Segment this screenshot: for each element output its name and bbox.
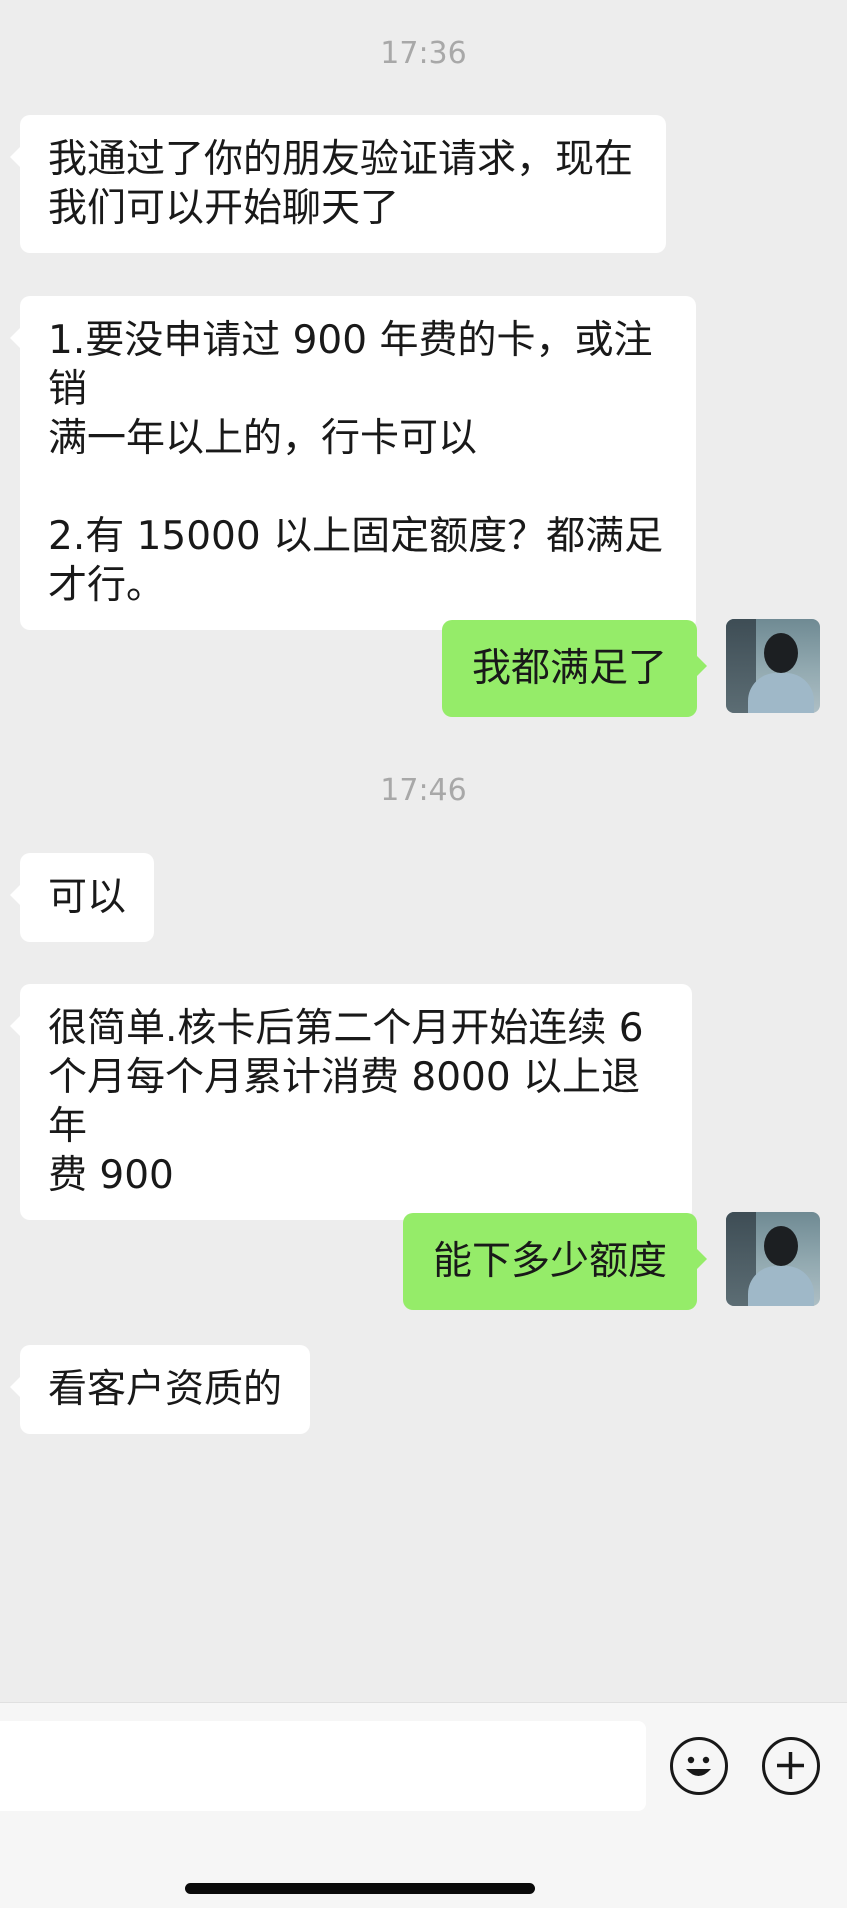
incoming-message: 很简单.核卡后第二个月开始连续 6 个月每个月累计消费 8000 以上退年 费 … (10, 984, 692, 1220)
message-input[interactable] (0, 1721, 646, 1811)
incoming-message: 看客户资质的 (9, 1345, 311, 1434)
message-bubble[interactable]: 我通过了你的朋友验证请求，现在 我们可以开始聊天了 (10, 115, 666, 253)
message-bubble[interactable]: 很简单.核卡后第二个月开始连续 6 个月每个月累计消费 8000 以上退年 费 … (10, 984, 692, 1220)
chat-area[interactable]: 17:36 我通过了你的朋友验证请求，现在 我们可以开始聊天了 1.要没申请过 … (0, 0, 847, 1702)
message-bubble[interactable]: 1.要没申请过 900 年费的卡，或注销 满一年以上的，行卡可以 2.有 150… (10, 296, 696, 630)
timestamp: 17:46 (380, 773, 467, 808)
incoming-message: 可以 (9, 853, 155, 942)
home-indicator[interactable] (185, 1883, 535, 1894)
incoming-message: 1.要没申请过 900 年费的卡，或注销 满一年以上的，行卡可以 2.有 150… (10, 296, 696, 630)
message-bubble[interactable]: 我都满足了 (441, 620, 708, 717)
outgoing-message: 我都满足了 (441, 620, 708, 717)
message-bubble[interactable]: 能下多少额度 (402, 1213, 708, 1310)
smiley-face-icon[interactable] (670, 1737, 728, 1795)
incoming-message: 我通过了你的朋友验证请求，现在 我们可以开始聊天了 (10, 115, 666, 253)
user-avatar[interactable] (726, 1212, 820, 1306)
message-bubble[interactable]: 可以 (9, 853, 155, 942)
input-bar (0, 1702, 847, 1908)
user-avatar[interactable] (726, 619, 820, 713)
timestamp: 17:36 (380, 36, 467, 71)
outgoing-message: 能下多少额度 (402, 1213, 708, 1310)
message-bubble[interactable]: 看客户资质的 (9, 1345, 311, 1434)
plus-circle-icon[interactable] (762, 1737, 820, 1795)
